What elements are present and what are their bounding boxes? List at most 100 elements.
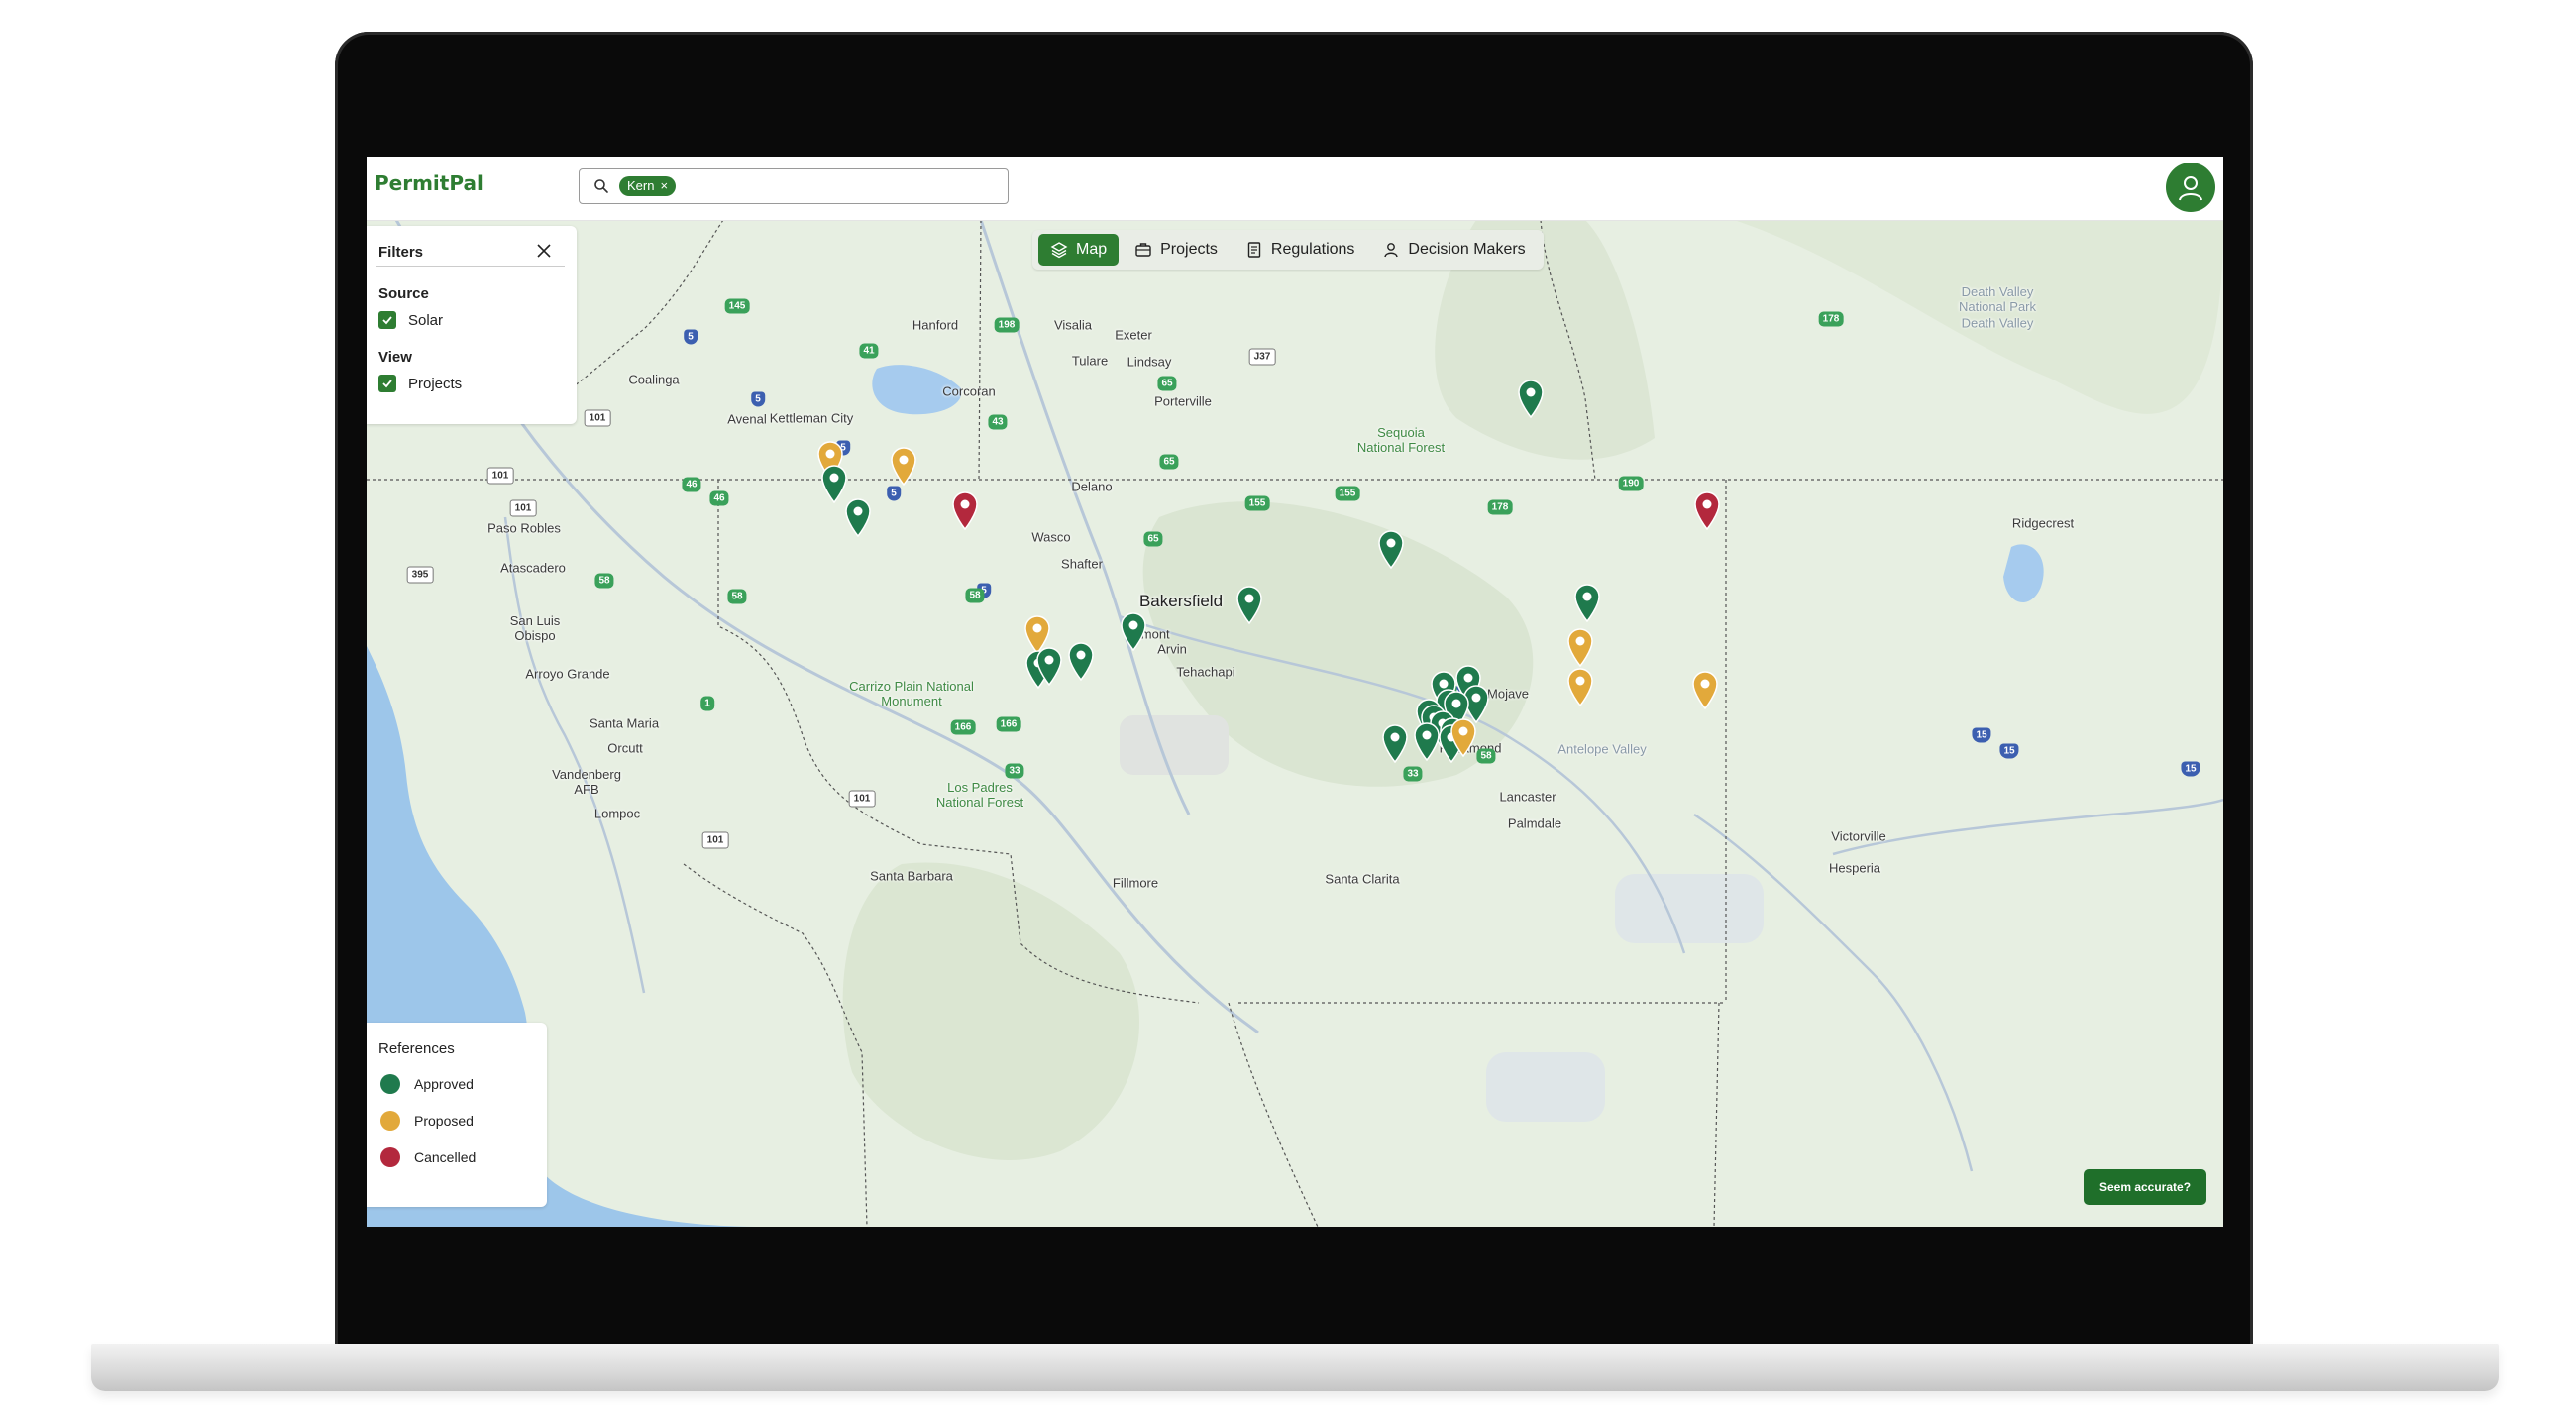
tab-projects[interactable]: Projects	[1123, 234, 1230, 266]
road-shield-icon: 1	[700, 696, 714, 711]
map-pin-approved[interactable]	[1119, 611, 1148, 651]
map-pin-approved[interactable]	[1380, 723, 1410, 763]
map-place-label: Santa Maria	[589, 715, 660, 731]
map-pin-proposed[interactable]	[1565, 667, 1595, 706]
road-shield-icon: J37	[1248, 348, 1276, 366]
road-shield-icon: 178	[1487, 499, 1513, 515]
map-pin-cancelled[interactable]	[1692, 490, 1722, 530]
map-pin-approved[interactable]	[1516, 379, 1546, 418]
road-shield-icon: 15	[2181, 761, 2200, 777]
road-shield-icon: 58	[1476, 748, 1496, 764]
map-pin-approved[interactable]	[1412, 721, 1442, 761]
legend-item-approved: Approved	[380, 1074, 474, 1094]
close-icon[interactable]	[533, 240, 555, 262]
map-place-label: Shafter	[1061, 556, 1103, 572]
checkbox-checked-icon[interactable]	[378, 375, 396, 392]
tab-map[interactable]: Map	[1038, 234, 1120, 266]
road-shield-icon: 58	[965, 588, 985, 603]
road-shield-icon: 5	[751, 391, 765, 407]
map-place-label: San Luis Obispo	[509, 613, 561, 643]
legend-label: Approved	[414, 1076, 474, 1092]
map-pin-approved[interactable]	[1234, 585, 1264, 624]
tab-projects-label: Projects	[1160, 241, 1218, 258]
checkbox-checked-icon[interactable]	[378, 311, 396, 329]
map-place-label: Orcutt	[607, 740, 643, 756]
legend-label: Cancelled	[414, 1149, 477, 1165]
map-canvas[interactable]: Hanford Visalia Exeter Tulare Lindsay Coaling…	[367, 220, 2223, 1227]
approved-dot-icon	[380, 1074, 400, 1094]
filter-option-projects[interactable]: Projects	[378, 375, 462, 392]
map-place-label: Bakersfield	[1138, 592, 1224, 610]
map-place-label: Arroyo Grande	[525, 666, 610, 682]
seem-accurate-button[interactable]: Seem accurate?	[2084, 1169, 2206, 1205]
road-shield-icon: 101	[848, 790, 876, 808]
map-place-label: Fillmore	[1112, 875, 1159, 891]
tab-map-label: Map	[1076, 241, 1108, 258]
map-pin-proposed[interactable]	[889, 446, 918, 486]
road-shield-icon: 101	[584, 409, 611, 427]
user-avatar[interactable]	[2166, 163, 2215, 212]
filter-option-solar[interactable]: Solar	[378, 311, 443, 329]
map-place-label: Paso Robles	[487, 520, 561, 536]
filters-title: Filters	[378, 244, 424, 261]
map-pin-proposed[interactable]	[1449, 717, 1478, 757]
map-place-label: Santa Clarita	[1325, 871, 1400, 887]
map-place-label: Lompoc	[593, 806, 641, 821]
map-park-label: Los Padres National Forest	[935, 780, 1024, 810]
tab-regulations[interactable]: Regulations	[1234, 234, 1367, 266]
road-shield-icon: 41	[859, 343, 879, 359]
map-park-label: Death Valley National Park	[1958, 284, 2037, 314]
road-shield-icon: 65	[1143, 531, 1163, 547]
road-shield-icon: 65	[1159, 454, 1179, 470]
map-place-label: Avenal	[727, 411, 767, 427]
map-pin-approved[interactable]	[1066, 641, 1096, 681]
map-pin-approved[interactable]	[1572, 583, 1602, 622]
map-pin-cancelled[interactable]	[950, 490, 980, 530]
chip-label: Kern	[627, 178, 655, 193]
laptop-base	[91, 1344, 2499, 1391]
legend-title: References	[378, 1040, 455, 1057]
road-shield-icon: 5	[684, 329, 698, 345]
layers-icon	[1050, 242, 1068, 259]
search-input[interactable]: Kern ×	[579, 168, 1009, 204]
top-bar: PermitPal Kern ×	[367, 157, 2223, 221]
map-place-label: Victorville	[1831, 828, 1886, 844]
road-shield-icon: 33	[1005, 763, 1024, 779]
road-shield-icon: 190	[1618, 476, 1644, 491]
map-place-label: Delano	[1071, 479, 1113, 494]
chip-remove-icon[interactable]: ×	[660, 176, 668, 196]
map-place-label: Porterville	[1154, 393, 1212, 409]
road-shield-icon: 5	[887, 486, 901, 501]
briefcase-icon	[1135, 243, 1151, 257]
road-shield-icon: 58	[727, 589, 747, 604]
map-pin-proposed[interactable]	[1690, 670, 1720, 709]
road-shield-icon: 101	[486, 467, 514, 485]
road-shield-icon: 65	[1157, 376, 1177, 391]
road-shield-icon: 155	[1244, 495, 1270, 511]
road-shield-icon: 155	[1335, 486, 1360, 501]
road-shield-icon: 101	[509, 499, 537, 517]
map-park-label: Sequoia National Forest	[1356, 425, 1446, 455]
legend-panel: References Approved Proposed Cancelled	[367, 1023, 547, 1207]
search-filter-chip[interactable]: Kern ×	[619, 176, 677, 196]
map-place-label: Tulare	[1071, 353, 1109, 369]
proposed-dot-icon	[380, 1111, 400, 1131]
map-pin-approved[interactable]	[843, 497, 873, 537]
app-logo: PermitPal	[375, 171, 483, 195]
map-pin-approved[interactable]	[1034, 646, 1064, 686]
tab-decision-makers[interactable]: Decision Makers	[1370, 234, 1537, 266]
map-place-label: Atascadero	[500, 560, 566, 576]
map-place-label: Hesperia	[1828, 860, 1881, 876]
map-pin-proposed[interactable]	[1565, 627, 1595, 667]
filter-option-label: Solar	[408, 311, 444, 329]
map-place-label: Kettleman City	[769, 410, 854, 426]
road-shield-icon: 15	[1972, 727, 1991, 743]
person-icon	[1384, 243, 1399, 258]
map-pin-approved[interactable]	[1376, 529, 1406, 569]
map-place-label: Palmdale	[1507, 815, 1562, 831]
filters-panel: Filters Source Solar View Projects	[367, 226, 577, 424]
map-place-label: Coalinga	[628, 372, 680, 387]
tab-regulations-label: Regulations	[1270, 241, 1355, 258]
app-screen: PermitPal Kern × Hanford Visalia Exeter …	[367, 157, 2223, 1227]
road-shield-icon: 395	[406, 566, 434, 584]
